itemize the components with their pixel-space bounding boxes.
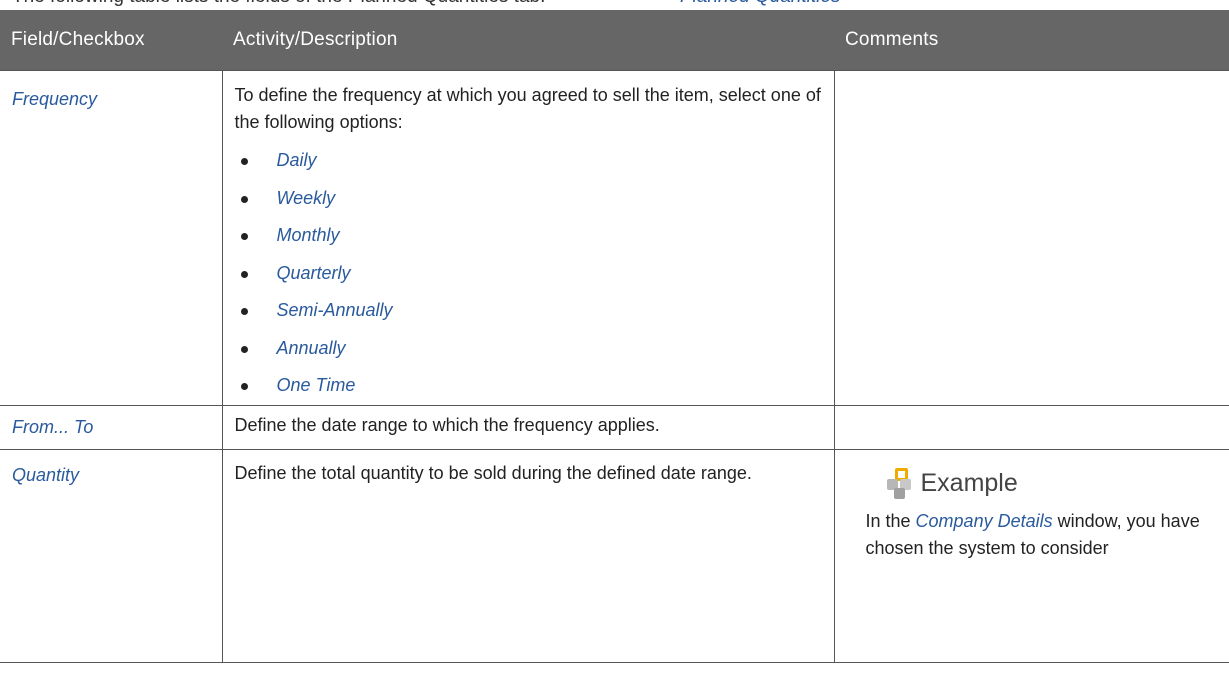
table-header-row: Field/Checkbox Activity/Description Comm… [0,10,1229,71]
example-label: Example [920,468,1018,497]
intro-link: Planned Quantities [680,0,841,8]
option-label: One Time [276,375,356,395]
bullet-icon [240,308,248,315]
description-cell: Define the date range to which the frequ… [221,404,835,450]
comment-cell: Example In the Company Details window, y… [833,448,1229,663]
header-field-checkbox: Field/Checkbox [0,10,222,71]
header-activity-description: Activity/Description [222,10,834,71]
list-item: Semi-Annually [235,292,822,330]
option-label: Weekly [276,187,336,208]
bullet-icon [240,195,248,203]
example-text-before: In the [865,510,916,531]
field-cell: Frequency [0,70,223,406]
intro-line: The following table lists the fields of … [12,0,545,8]
option-label: Annually [276,337,346,358]
bullet-icon [240,233,248,240]
list-item: Daily [235,142,822,180]
list-item: Quarterly [235,255,822,293]
comment-cell [833,70,1229,406]
header-comments: Comments [834,10,1229,71]
example-heading: Example [886,467,1218,499]
table-row: From... To Define the date range to whic… [0,404,1229,450]
bullet-icon [240,270,248,278]
option-label: Daily [276,150,317,170]
fields-table: Field/Checkbox Activity/Description Comm… [0,10,1229,663]
example-icon [886,467,915,499]
intro-text: The following table lists the fields of … [0,0,1229,10]
table-row: Quantity Define the total quantity to be… [0,448,1229,663]
description-cell: To define the frequency at which you agr… [221,70,835,406]
bullet-icon [240,158,248,165]
option-label: Quarterly [276,262,351,283]
frequency-options-list: Daily Weekly Monthly Quarterly Semi-Annu… [235,142,822,405]
list-item: Annually [235,330,822,368]
field-cell: From... To [0,404,223,450]
description-text: To define the frequency at which you agr… [234,85,821,132]
comment-cell [833,404,1229,450]
field-cell: Quantity [0,448,223,663]
bullet-icon [240,383,248,390]
list-item: Monthly [235,217,822,255]
list-item: One Time [235,367,822,405]
description-cell: Define the total quantity to be sold dur… [221,448,835,663]
option-label: Monthly [276,225,340,245]
table-row: Frequency To define the frequency at whi… [0,70,1229,406]
list-item: Weekly [235,180,822,218]
company-details-link: Company Details [915,510,1053,531]
bullet-icon [240,345,248,353]
option-label: Semi-Annually [276,300,393,320]
example-text: In the Company Details window, you have … [866,508,1218,562]
